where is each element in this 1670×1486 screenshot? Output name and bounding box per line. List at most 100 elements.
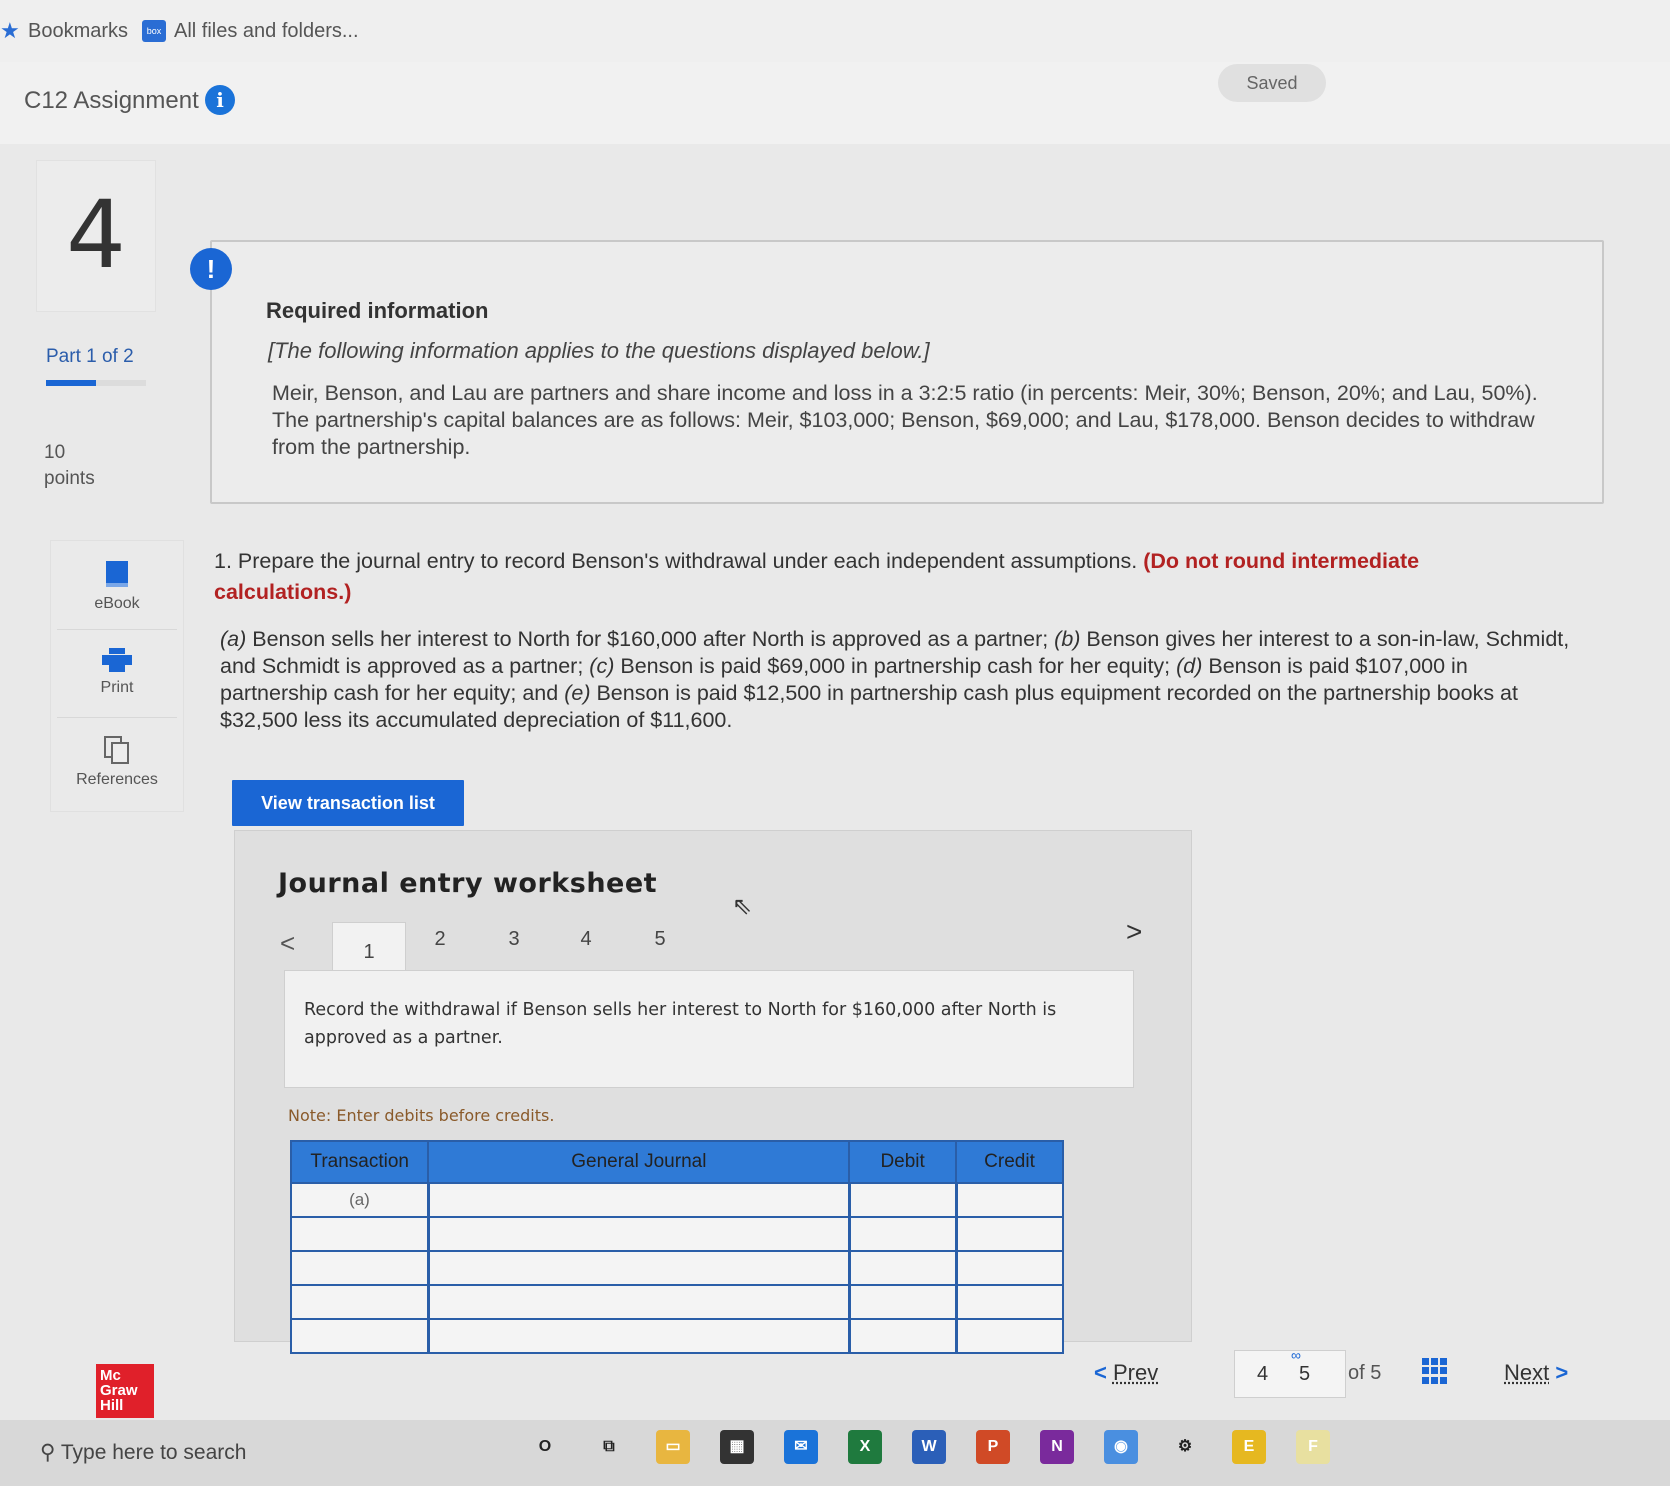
chevron-left-icon[interactable]: < (280, 928, 295, 959)
chevron-right-icon: > (1555, 1360, 1569, 1385)
onenote-icon[interactable]: N (1040, 1430, 1074, 1464)
chrome-icon[interactable]: ◉ (1104, 1430, 1138, 1464)
col-transaction: Transaction (289, 1140, 430, 1184)
tab-5[interactable]: 5 (640, 928, 680, 951)
cell-credit[interactable] (954, 1216, 1064, 1252)
link-icon: ∞ (1291, 1347, 1301, 1363)
cell-debit[interactable] (847, 1216, 958, 1252)
cell-debit[interactable] (847, 1250, 958, 1286)
all-files-link[interactable]: All files and folders... (174, 20, 359, 43)
part-c-key: (c) (589, 654, 615, 678)
mcgraw-hill-logo: Mc Graw Hill (96, 1364, 154, 1418)
excel-icon[interactable]: X (848, 1430, 882, 1464)
instruction-text: Record the withdrawal if Benson sells he… (304, 1000, 1057, 1048)
current-page: 4 (1257, 1363, 1269, 1385)
store-icon[interactable]: ▦ (720, 1430, 754, 1464)
part-a-text: Benson sells her interest to North for $… (246, 627, 1055, 651)
bookmarks-link[interactable]: Bookmarks (28, 20, 128, 43)
info-icon[interactable]: i (205, 85, 235, 115)
part-e-key: (e) (564, 681, 591, 705)
assignment-title: C12 Assignment (24, 87, 199, 114)
cell-general-journal[interactable] (426, 1318, 851, 1354)
cell-general-journal[interactable] (426, 1250, 851, 1286)
cell-transaction (289, 1318, 430, 1354)
part-c-text: Benson is paid $69,000 in partnership ca… (614, 654, 1177, 678)
tab-4[interactable]: 4 (566, 928, 606, 951)
note-text: Note: Enter debits before credits. (288, 1106, 555, 1125)
file-explorer-icon[interactable]: ▭ (656, 1430, 690, 1464)
question-parts: (a) Benson sells her interest to North f… (220, 626, 1580, 734)
windows-taskbar (0, 1420, 1670, 1486)
required-info-title: Required information (266, 298, 489, 323)
references-button[interactable]: References (51, 735, 183, 789)
task-view-icon[interactable]: ⧉ (592, 1430, 626, 1464)
tab-3[interactable]: 3 (494, 928, 534, 951)
chevron-right-icon[interactable]: > (1126, 916, 1142, 948)
journal-table: Transaction General Journal Debit Credit… (289, 1140, 1064, 1354)
cell-transaction (289, 1250, 430, 1286)
settings-icon[interactable]: ⚙ (1168, 1430, 1202, 1464)
part-a-key: (a) (220, 627, 247, 651)
app-e-icon[interactable]: E (1232, 1430, 1266, 1464)
cell-debit[interactable] (847, 1182, 958, 1218)
part-label: Part 1 of 2 (46, 346, 134, 367)
part-b-key: (b) (1054, 627, 1081, 651)
alert-icon: ! (190, 248, 232, 290)
points-label: points (44, 468, 95, 489)
saved-badge: Saved (1218, 64, 1326, 102)
cell-debit[interactable] (847, 1318, 958, 1354)
cell-credit[interactable] (954, 1318, 1064, 1354)
cell-general-journal[interactable] (426, 1216, 851, 1252)
col-general-journal: General Journal (427, 1140, 851, 1184)
bookmarks-bar: ★ Bookmarks box All files and folders... (0, 0, 1670, 62)
page-selector[interactable]: 4 ∞ 5 (1234, 1347, 1346, 1398)
question-number: 4 (36, 160, 156, 312)
print-button[interactable]: Print (51, 647, 183, 697)
ebook-button[interactable]: eBook (51, 559, 183, 613)
required-info-subtitle: [The following information applies to th… (268, 338, 930, 363)
next-label: Next (1504, 1360, 1550, 1385)
powerpoint-icon[interactable]: P (976, 1430, 1010, 1464)
search-icon: ⚲ (40, 1441, 56, 1464)
next-button[interactable]: Next > (1504, 1360, 1568, 1386)
required-info-card (210, 240, 1604, 504)
word-icon[interactable]: W (912, 1430, 946, 1464)
points-block: 10 points (44, 440, 95, 492)
points-value: 10 (44, 442, 66, 463)
references-label: References (76, 771, 158, 788)
logo-line-2: Graw (100, 1382, 138, 1399)
prev-button[interactable]: < Prev (1094, 1360, 1158, 1386)
print-label: Print (100, 679, 134, 696)
mouse-cursor-icon: ⇖ (732, 893, 753, 920)
question-prompt-text: 1. Prepare the journal entry to record B… (214, 549, 1138, 573)
taskbar-search[interactable]: ⚲ Type here to search (40, 1440, 246, 1465)
worksheet-title: Journal entry worksheet (278, 868, 658, 899)
cell-general-journal[interactable] (426, 1284, 851, 1320)
mail-icon[interactable]: ✉ (784, 1430, 818, 1464)
chevron-left-icon: < (1094, 1360, 1107, 1385)
table-row (289, 1284, 1064, 1320)
table-row (289, 1318, 1064, 1354)
grid-icon[interactable] (1422, 1358, 1448, 1384)
cell-credit[interactable] (954, 1250, 1064, 1286)
cell-general-journal[interactable] (426, 1182, 851, 1218)
view-transaction-list-button[interactable]: View transaction list (232, 780, 464, 826)
cell-debit[interactable] (847, 1284, 958, 1320)
table-row (289, 1250, 1064, 1286)
star-icon: ★ (0, 18, 20, 43)
logo-line-3: Hill (100, 1397, 124, 1414)
tab-2[interactable]: 2 (420, 928, 460, 951)
cell-transaction: (a) (289, 1182, 430, 1218)
cell-credit[interactable] (954, 1284, 1064, 1320)
printer-icon (102, 648, 132, 672)
required-info-body: Meir, Benson, and Lau are partners and s… (272, 381, 1538, 459)
cortana-icon[interactable]: O (528, 1430, 562, 1464)
box-icon: box (142, 20, 166, 42)
cell-transaction (289, 1216, 430, 1252)
question-prompt: 1. Prepare the journal entry to record B… (214, 546, 1544, 608)
app-f-icon[interactable]: F (1296, 1430, 1330, 1464)
ebook-label: eBook (94, 595, 140, 612)
tools-panel: eBook Print References (50, 540, 184, 812)
cell-credit[interactable] (954, 1182, 1064, 1218)
part-d-key: (d) (1176, 654, 1203, 678)
